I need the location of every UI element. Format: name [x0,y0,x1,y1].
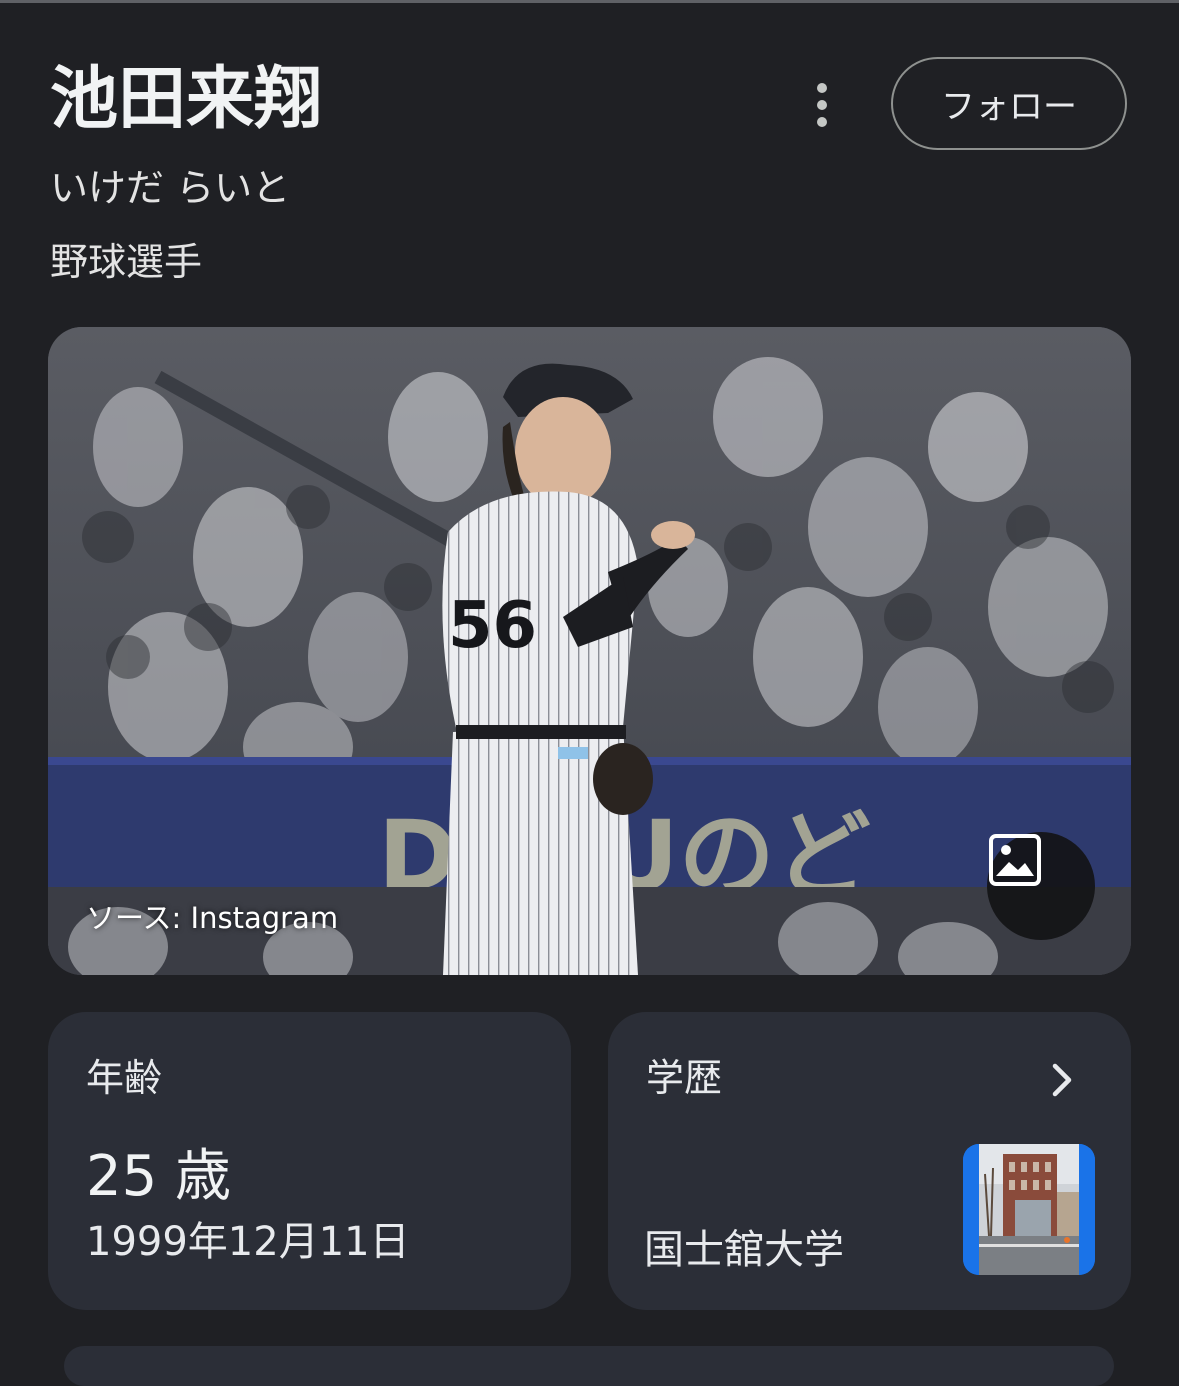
age-card: 年齢 25 歳 1999年12月11日 [48,1012,571,1310]
follow-button[interactable]: フォロー [891,57,1127,150]
top-divider [0,0,1179,3]
education-label: 学歴 [646,1056,723,1100]
view-images-button[interactable] [987,832,1095,940]
more-options-button[interactable] [796,78,848,132]
school-building-image [963,1144,1095,1275]
next-card [64,1346,1114,1386]
birth-date: 1999年12月11日 [86,1219,410,1265]
chevron-right-icon[interactable] [1042,1060,1082,1100]
school-name[interactable]: 国士舘大学 [644,1224,844,1276]
entity-title: 池田来翔 [50,60,323,139]
education-card[interactable]: 学歴 国士舘大学 [608,1012,1131,1310]
image-icon [989,834,1041,886]
player-photo-illustration: D IRUのど 56 [48,327,1131,975]
photo-source: ソース: Instagram [86,901,339,935]
age-label: 年齢 [86,1056,163,1100]
more-vert-icon [817,83,827,93]
school-thumbnail[interactable] [963,1144,1095,1275]
player-photo[interactable]: D IRUのど 56 ソース: Instagram [48,327,1131,975]
age-value: 25 歳 [86,1144,232,1209]
entity-reading: いけだ らいと [50,166,291,210]
jersey-number: 56 [448,589,537,663]
entity-profession: 野球選手 [50,240,203,284]
